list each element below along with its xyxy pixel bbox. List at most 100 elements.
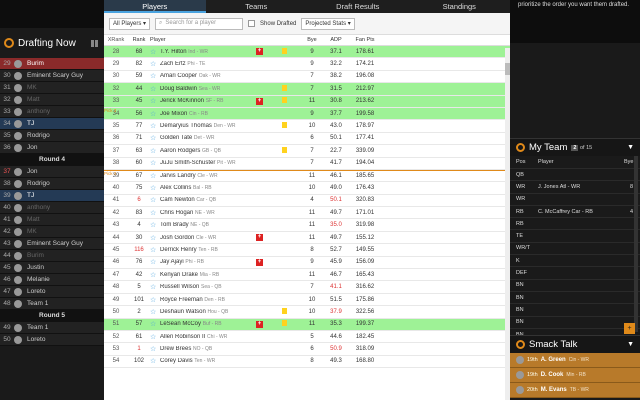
col-adp[interactable]: ADP bbox=[322, 37, 350, 43]
collapse-caret-icon[interactable]: ▼ bbox=[627, 341, 634, 348]
col-player[interactable]: Player bbox=[150, 37, 266, 43]
star-icon[interactable]: ☆ bbox=[150, 172, 160, 180]
roster-scrollbar[interactable] bbox=[634, 156, 638, 332]
roster-row[interactable]: BN bbox=[510, 278, 640, 291]
player-row[interactable]: 37 63 ☆ Aaron Rodgers GB - QB 7 22.7 339.09 bbox=[104, 145, 510, 158]
star-icon[interactable]: ☆ bbox=[150, 159, 160, 167]
draft-pick-row[interactable]: 32 Matt bbox=[0, 94, 104, 106]
draft-pick-row[interactable]: 46 Melanie bbox=[0, 274, 104, 286]
star-icon[interactable]: ☆ bbox=[150, 110, 160, 118]
player-row[interactable]: 29 82 ☆ Zach Ertz Phi - TE 9 32.2 174.21 bbox=[104, 58, 510, 71]
col-fan-pts[interactable]: Fan Pts bbox=[350, 37, 380, 43]
star-icon[interactable]: ☆ bbox=[150, 147, 160, 155]
stats-select[interactable]: Projected Stats ▾ bbox=[301, 17, 355, 30]
player-row[interactable]: 28 68 ☆ T.Y. Hilton Ind - WR +9 37.1 178.61 bbox=[104, 46, 510, 59]
roster-row[interactable]: DEF bbox=[510, 266, 640, 278]
grid-view-icon[interactable] bbox=[91, 39, 98, 47]
tab-players[interactable]: Players bbox=[104, 0, 206, 13]
draft-pick-row[interactable]: 33 anthony bbox=[0, 106, 104, 118]
player-row[interactable]: 33 45 ☆ Jerick McKinnon SF - RB +11 30.8 213.6… bbox=[104, 95, 510, 108]
star-icon[interactable]: ☆ bbox=[150, 246, 160, 254]
star-icon[interactable]: ☆ bbox=[150, 320, 160, 328]
roster-row[interactable]: WR J. Jones Atl - WR 8 bbox=[510, 180, 640, 192]
player-row[interactable]: 36 71 ☆ Golden Tate Det - WR 6 50.1 177.41 bbox=[104, 133, 510, 146]
player-row[interactable]: 45 116 ☆ Derrick Henry Ten - RB 8 52.7 149.55 bbox=[104, 244, 510, 257]
player-row[interactable]: 47 42 ☆ Kenyan Drake Mia - RB 11 46.7 165.43 bbox=[104, 269, 510, 282]
player-cell[interactable]: Josh Gordon Cle - WR bbox=[160, 235, 256, 241]
player-cell[interactable]: Chris Hogan NE - WR bbox=[160, 210, 256, 216]
player-cell[interactable]: Drew Brees NO - QB bbox=[160, 346, 256, 352]
star-icon[interactable]: ☆ bbox=[150, 209, 160, 217]
player-cell[interactable]: Demaryius Thomas Den - WR bbox=[160, 123, 256, 129]
player-row[interactable]: 43 4 ☆ Tom Brady NE - QB 11 35.0 319.98 bbox=[104, 219, 510, 232]
player-row[interactable]: 35 77 ☆ Demaryius Thomas Den - WR 10 43.0 178.… bbox=[104, 120, 510, 133]
player-cell[interactable]: Kenyan Drake Mia - RB bbox=[160, 272, 256, 278]
player-row[interactable]: Pick 3 34 56 ☆ Joe Mixon Cin - RB 9 37.7 199.58 bbox=[104, 107, 510, 121]
star-icon[interactable]: ☆ bbox=[150, 308, 160, 316]
position-select[interactable]: All Players ▾ bbox=[109, 17, 151, 30]
star-icon[interactable]: ☆ bbox=[150, 85, 160, 93]
draft-pick-row[interactable]: 34 TJ bbox=[0, 118, 104, 130]
draft-pick-row[interactable]: 42 MK bbox=[0, 226, 104, 238]
player-cell[interactable]: Tom Brady NE - QB bbox=[160, 222, 256, 228]
draft-pick-row[interactable]: 38 Rodrigo bbox=[0, 178, 104, 190]
player-row[interactable]: 41 6 ☆ Cam Newton Car - QB 4 50.1 320.83 bbox=[104, 195, 510, 208]
draft-pick-row[interactable]: 41 Matt bbox=[0, 214, 104, 226]
roster-row[interactable]: RB C. McCaffrey Car - RB 4 bbox=[510, 204, 640, 217]
star-icon[interactable]: ☆ bbox=[150, 296, 160, 304]
player-cell[interactable]: Zach Ertz Phi - TE bbox=[160, 61, 256, 67]
player-cell[interactable]: Amari Cooper Oak - WR bbox=[160, 73, 256, 79]
star-icon[interactable]: ☆ bbox=[150, 283, 160, 291]
tab-standings[interactable]: Standings bbox=[409, 0, 511, 13]
player-row[interactable]: 46 76 ☆ Jay Ajayi Phi - RB +9 45.9 156.09 bbox=[104, 257, 510, 270]
player-cell[interactable]: T.Y. Hilton Ind - WR bbox=[160, 49, 256, 55]
star-icon[interactable]: ☆ bbox=[150, 271, 160, 279]
draft-pick-row[interactable]: 37 Jon bbox=[0, 166, 104, 178]
star-icon[interactable]: ☆ bbox=[150, 97, 160, 105]
collapse-caret-icon[interactable]: ▼ bbox=[627, 144, 634, 151]
roster-row[interactable]: TE bbox=[510, 229, 640, 241]
star-icon[interactable]: ☆ bbox=[150, 345, 160, 353]
tab-draft-results[interactable]: Draft Results bbox=[307, 0, 409, 13]
roster-row[interactable]: RB bbox=[510, 217, 640, 229]
star-icon[interactable]: ☆ bbox=[150, 234, 160, 242]
player-cell[interactable]: Jerick McKinnon SF - RB bbox=[160, 98, 256, 104]
star-icon[interactable]: ☆ bbox=[150, 134, 160, 142]
draft-pick-row[interactable]: 48 Team 1 bbox=[0, 298, 104, 310]
roster-row[interactable]: WR/T bbox=[510, 241, 640, 254]
roster-row[interactable]: BN bbox=[510, 315, 640, 328]
team-pager[interactable]: 2 of 15 bbox=[571, 144, 592, 151]
star-icon[interactable]: ☆ bbox=[150, 184, 160, 192]
roster-row[interactable]: QB bbox=[510, 168, 640, 180]
roster-row[interactable]: K bbox=[510, 254, 640, 266]
show-drafted-checkbox[interactable] bbox=[248, 20, 256, 27]
player-row[interactable]: 38 60 ☆ JuJu Smith-Schuster Pit - WR 7 41.7 19… bbox=[104, 158, 510, 170]
player-row[interactable]: Pick 4 39 67 ☆ Jarvis Landry Cle - WR 11 46.1 1… bbox=[104, 169, 510, 183]
player-row[interactable]: 52 61 ☆ Allen Robinson II Chi - WR 5 44.6 182.… bbox=[104, 331, 510, 344]
tab-teams[interactable]: Teams bbox=[206, 0, 308, 13]
player-cell[interactable]: Deshaun Watson Hou - QB bbox=[160, 309, 256, 315]
player-cell[interactable]: Allen Robinson II Chi - WR bbox=[160, 334, 256, 340]
draft-pick-row[interactable]: 49 Team 1 bbox=[0, 322, 104, 334]
player-row[interactable]: 30 59 ☆ Amari Cooper Oak - WR 7 38.2 196.08 bbox=[104, 71, 510, 84]
player-row[interactable]: 32 44 ☆ Doug Baldwin Sea - WR 7 31.5 212.97 bbox=[104, 83, 510, 96]
star-icon[interactable]: ☆ bbox=[150, 60, 160, 68]
draft-pick-row[interactable]: 44 Burim bbox=[0, 250, 104, 262]
star-icon[interactable]: ☆ bbox=[150, 357, 160, 365]
star-icon[interactable]: ☆ bbox=[150, 258, 160, 266]
player-cell[interactable]: Alex Collins Bal - RB bbox=[160, 185, 256, 191]
player-cell[interactable]: Corey Davis Ten - WR bbox=[160, 358, 256, 364]
roster-row[interactable]: WR bbox=[510, 192, 640, 205]
col-rank[interactable]: Rank bbox=[128, 37, 150, 43]
star-icon[interactable]: ☆ bbox=[150, 122, 160, 130]
draft-pick-row[interactable]: 36 Jon bbox=[0, 142, 104, 154]
player-cell[interactable]: LeSean McCoy Buf - RB bbox=[160, 321, 256, 327]
smack-item[interactable]: 19th D. Cook Min - RB bbox=[510, 368, 640, 383]
player-row[interactable]: 49 101 ☆ Royce Freeman Den - RB 10 51.5 175.86 bbox=[104, 294, 510, 307]
player-search-input[interactable]: ⌕ Search for a player bbox=[155, 17, 244, 30]
smack-item[interactable]: 20th M. Evans TB - WR bbox=[510, 383, 640, 398]
player-cell[interactable]: Joe Mixon Cin - RB bbox=[160, 111, 256, 117]
draft-pick-row[interactable]: 29 Burim bbox=[0, 58, 104, 70]
chat-toggle-icon[interactable]: + bbox=[624, 323, 635, 334]
player-row[interactable]: 44 30 ☆ Josh Gordon Cle - WR +11 49.7 155.12 bbox=[104, 232, 510, 245]
